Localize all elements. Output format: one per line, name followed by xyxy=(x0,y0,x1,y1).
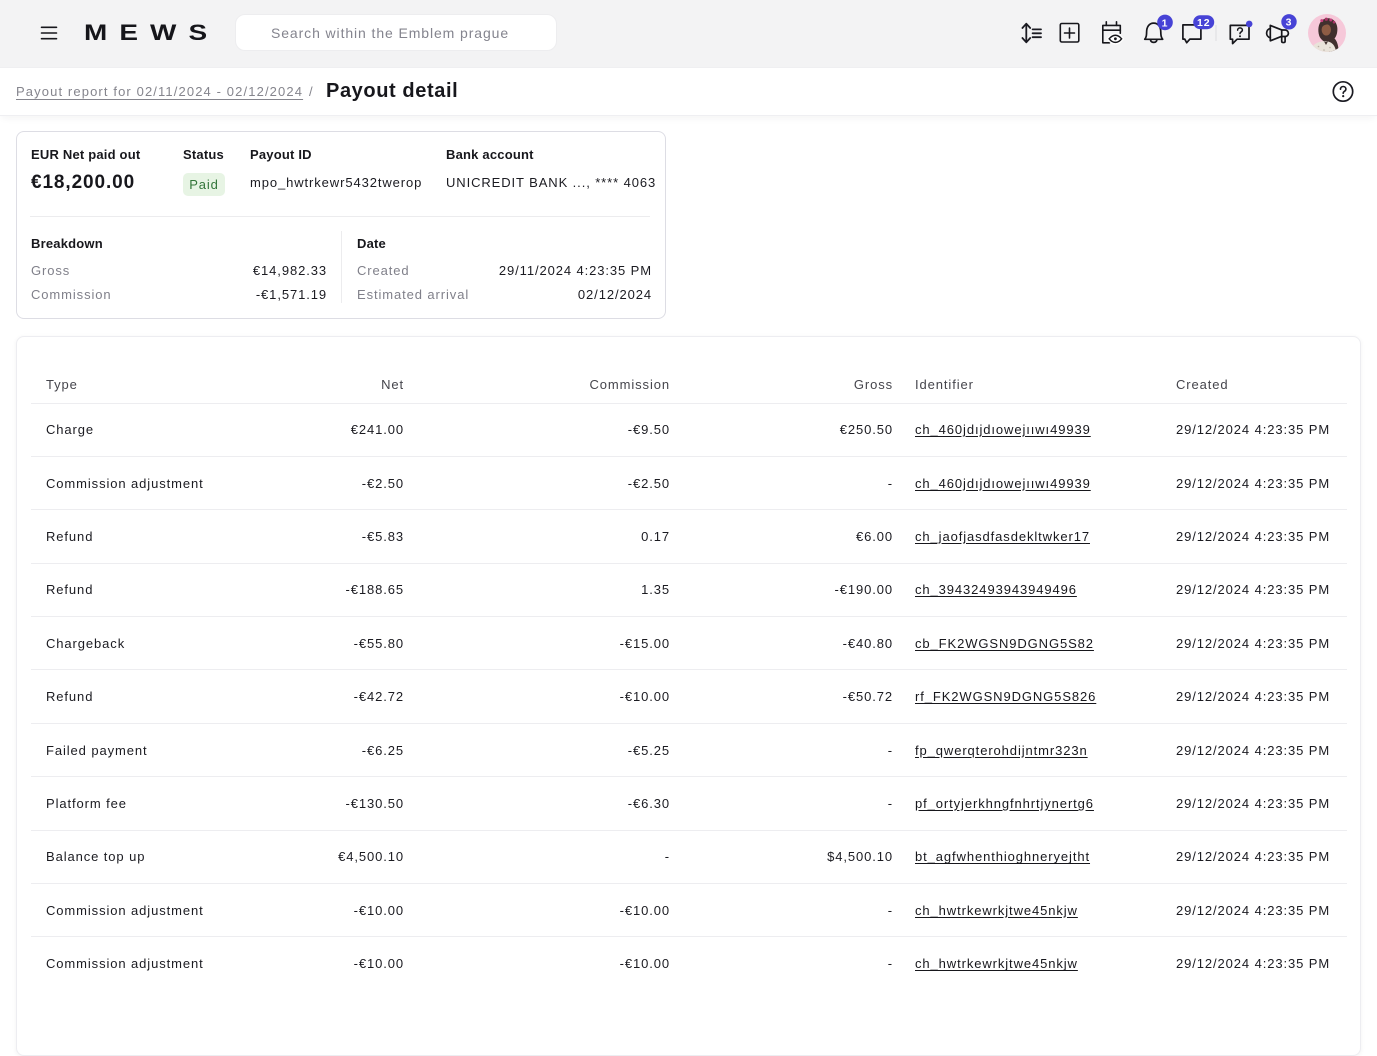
svg-text:1: 1 xyxy=(1162,17,1169,29)
svg-text:3: 3 xyxy=(1286,17,1293,29)
svg-text:12: 12 xyxy=(1197,17,1210,29)
